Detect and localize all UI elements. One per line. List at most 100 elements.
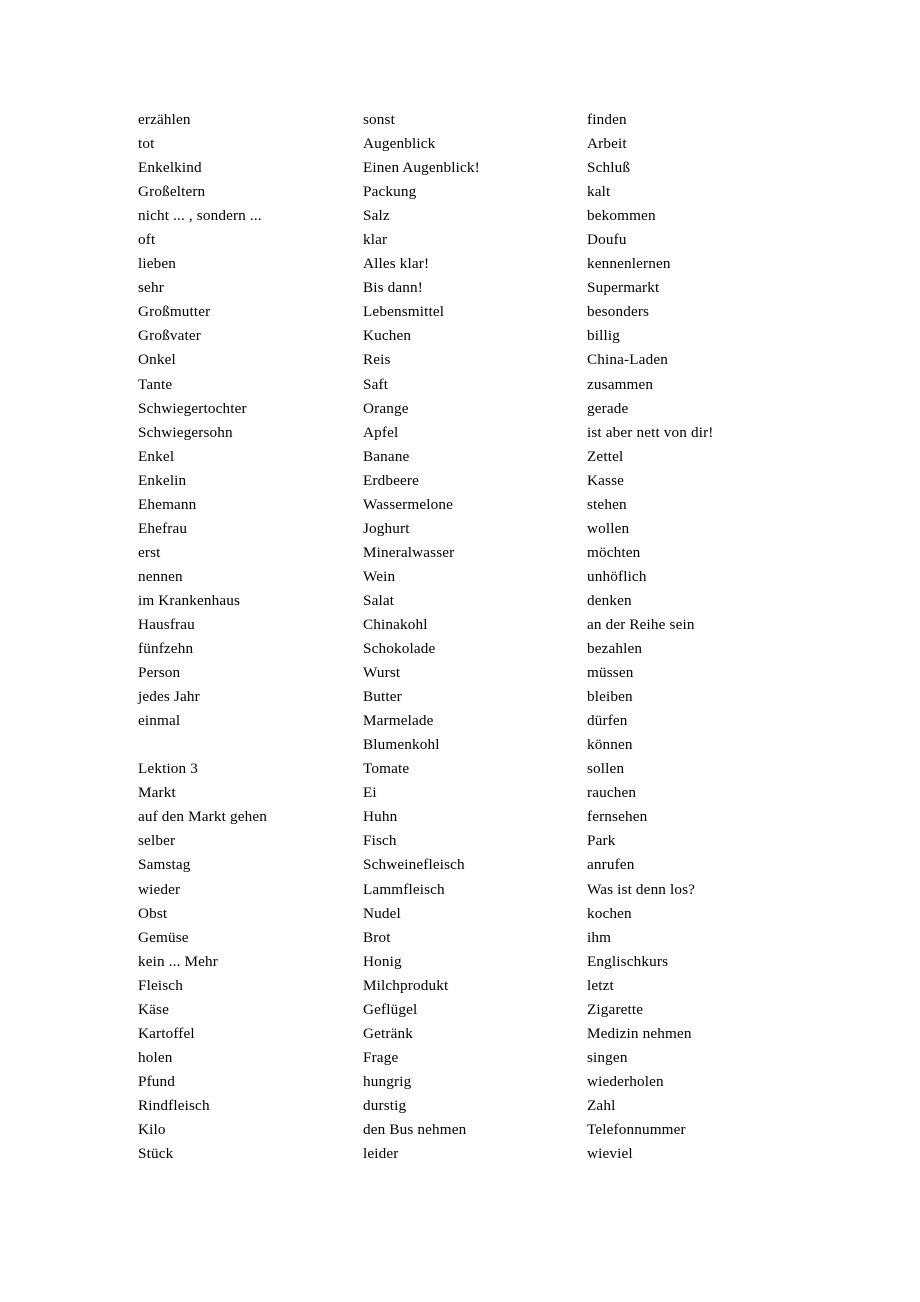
word-entry: nennen	[138, 567, 183, 585]
word-entry: Obst	[138, 904, 168, 922]
word-entry: singen	[587, 1048, 628, 1066]
word-entry: Doufu	[587, 231, 627, 249]
word-entry: im Krankenhaus	[138, 591, 241, 609]
word-entry: Honig	[363, 952, 402, 970]
word-column-2: sonst Augenblick Einen Augenblick! Packung S…	[363, 108, 587, 1166]
word-entry: Arbeit	[587, 135, 627, 153]
word-entry: Lektion 3	[138, 760, 198, 778]
word-entry: Schwiegertochter	[138, 399, 247, 417]
word-entry: Kilo	[138, 1120, 166, 1138]
word-entry: kein ... Mehr	[138, 952, 219, 970]
word-entry: Zigarette	[587, 1000, 644, 1018]
word-entry: billig	[587, 327, 620, 345]
word-entry: unhöflich	[587, 567, 647, 585]
word-entry: Frage	[363, 1048, 399, 1066]
word-entry: an der Reihe sein	[587, 615, 695, 633]
word-entry: Tomate	[363, 760, 410, 778]
word-entry: Butter	[363, 688, 402, 706]
word-entry: Kasse	[587, 471, 625, 489]
word-entry: Ei	[363, 784, 377, 802]
word-entry: Marmelade	[363, 712, 434, 730]
word-entry: Englischkurs	[587, 952, 669, 970]
word-entry: ihm	[587, 928, 612, 946]
word-entry: durstig	[363, 1096, 407, 1114]
word-entry: Erdbeere	[363, 471, 420, 489]
word-entry: Schokolade	[363, 640, 436, 658]
word-entry: Ehemann	[138, 495, 197, 513]
word-entry: tot	[138, 135, 155, 153]
word-entry: Gemüse	[138, 928, 189, 946]
word-entry: Bis dann!	[363, 279, 424, 297]
word-entry: Kuchen	[363, 327, 412, 345]
word-entry: Geflügel	[363, 1000, 418, 1018]
word-entry: Packung	[363, 183, 417, 201]
word-entry: Enkelin	[138, 471, 187, 489]
word-entry: Orange	[363, 399, 409, 417]
word-column-3: finden Arbeit Schluß kalt bekommen Doufu kenne…	[587, 108, 887, 1166]
word-entry: Ehefrau	[138, 519, 188, 537]
word-entry: Großmutter	[138, 303, 211, 321]
word-entry: erst	[138, 543, 161, 561]
word-entry: Huhn	[363, 808, 398, 826]
word-entry: Großvater	[138, 327, 201, 345]
word-entry: wieder	[138, 880, 181, 898]
word-entry: Joghurt	[363, 519, 410, 537]
word-entry: Tante	[138, 375, 173, 393]
word-entry: Person	[138, 664, 181, 682]
word-entry: Was ist denn los?	[587, 880, 696, 898]
word-entry: Telefonnummer	[587, 1120, 686, 1138]
word-entry: rauchen	[587, 784, 637, 802]
word-entry: China-Laden	[587, 351, 668, 369]
word-entry: müssen	[587, 664, 634, 682]
word-entry: Reis	[363, 351, 391, 369]
word-entry: Blumenkohl	[363, 736, 440, 754]
word-entry: Kartoffel	[138, 1024, 195, 1042]
word-entry: Nudel	[363, 904, 401, 922]
word-entry: auf den Markt gehen	[138, 808, 267, 826]
word-entry: sonst	[363, 111, 395, 128]
word-entry: Park	[587, 832, 616, 850]
word-entry: Markt	[138, 784, 176, 802]
word-entry: kalt	[587, 183, 611, 201]
word-entry: können	[587, 736, 633, 754]
word-entry: sollen	[587, 760, 625, 778]
word-entry: sehr	[138, 279, 164, 297]
word-entry: nicht ... , sondern ...	[138, 207, 262, 225]
word-entry: Milchprodukt	[363, 976, 449, 994]
word-entry: Medizin nehmen	[587, 1024, 692, 1042]
word-entry: Stück	[138, 1145, 174, 1163]
word-column-1: erzählen tot Enkelkind Großeltern nicht ... …	[138, 108, 363, 1166]
word-entry: Onkel	[138, 351, 176, 369]
word-entry: Lebensmittel	[363, 303, 445, 321]
word-entry: Käse	[138, 1000, 169, 1018]
word-entry: Wassermelone	[363, 495, 454, 513]
word-entry: Zahl	[587, 1096, 616, 1114]
word-entry: leider	[363, 1145, 399, 1163]
word-entry: einmal	[138, 712, 181, 730]
word-entry: gerade	[587, 399, 629, 417]
word-list-columns: erzählen tot Enkelkind Großeltern nicht ... …	[0, 108, 920, 1166]
word-entry: Augenblick	[363, 135, 436, 153]
word-entry: hungrig	[363, 1072, 412, 1090]
word-entry: fernsehen	[587, 808, 648, 826]
word-entry: Lammfleisch	[363, 880, 445, 898]
word-entry: anrufen	[587, 856, 635, 874]
word-entry: fünfzehn	[138, 640, 194, 658]
word-entry: Chinakohl	[363, 615, 428, 633]
word-entry: Samstag	[138, 856, 191, 874]
word-entry: möchten	[587, 543, 641, 561]
word-entry: zusammen	[587, 375, 654, 393]
word-entry: kennenlernen	[587, 255, 671, 273]
word-entry: oft	[138, 231, 156, 249]
word-entry: bleiben	[587, 688, 633, 706]
word-entry: denken	[587, 591, 632, 609]
word-entry: Einen Augenblick!	[363, 159, 480, 177]
word-entry: Banane	[363, 447, 410, 465]
word-entry: besonders	[587, 303, 650, 321]
word-entry: selber	[138, 832, 176, 850]
word-entry: bekommen	[587, 207, 656, 225]
word-entry: klar	[363, 231, 388, 249]
word-entry: Getränk	[363, 1024, 413, 1042]
word-entry: Enkelkind	[138, 159, 202, 177]
word-entry: kochen	[587, 904, 632, 922]
